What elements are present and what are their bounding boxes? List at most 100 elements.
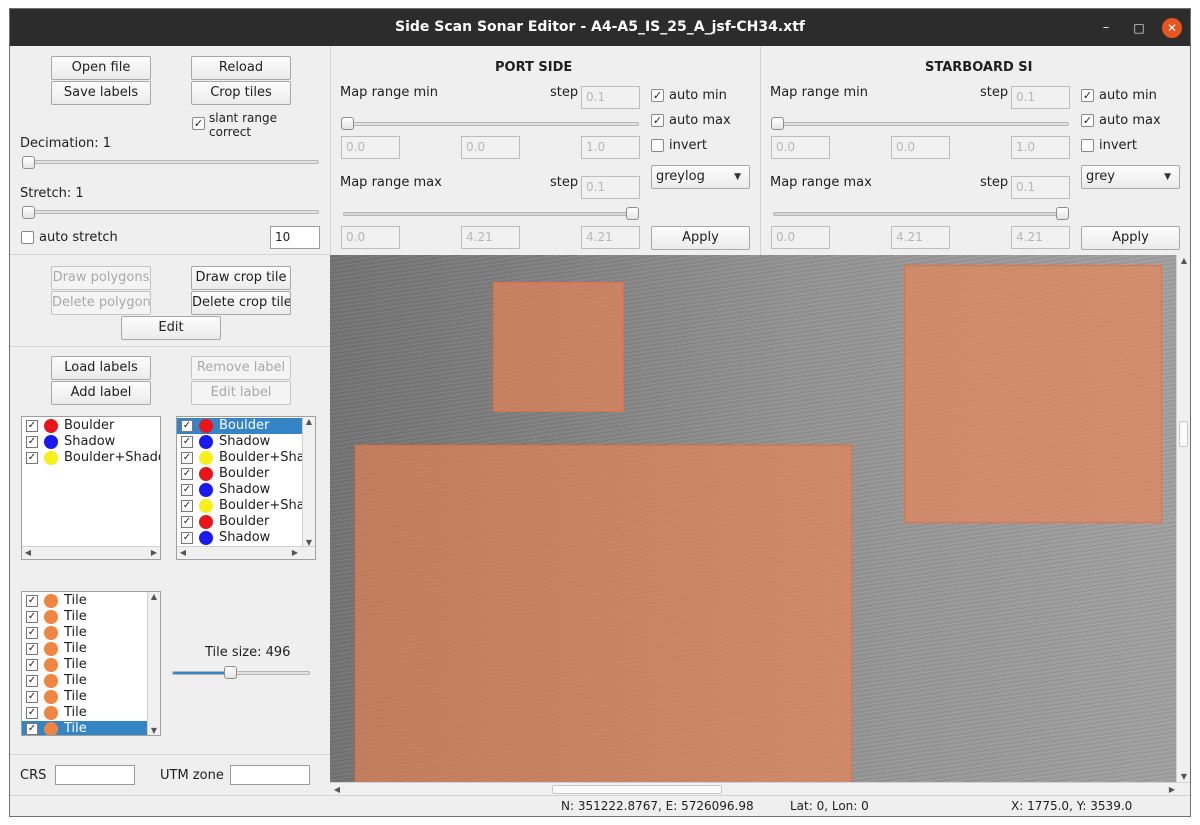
tile-size-slider-handle[interactable] xyxy=(223,666,237,679)
list-item[interactable]: ✓ Tile xyxy=(22,705,147,721)
add-label-button[interactable]: Add label xyxy=(51,381,151,405)
scroll-right-icon[interactable]: ▶ xyxy=(1166,785,1178,794)
auto-stretch-checkbox[interactable] xyxy=(21,231,34,244)
port-min-slider-handle[interactable] xyxy=(341,117,354,130)
checkbox[interactable]: ✓ xyxy=(181,484,193,496)
starboard-min-field[interactable]: 0.0 xyxy=(771,136,830,159)
checkbox[interactable]: ✓ xyxy=(26,659,38,671)
slant-range-checkbox[interactable]: ✓ xyxy=(192,117,205,130)
remove-label-button[interactable]: Remove label xyxy=(191,356,291,380)
crop-tile-rect[interactable] xyxy=(355,445,852,782)
scroll-up-icon[interactable]: ▲ xyxy=(1178,256,1190,265)
scroll-left-icon[interactable]: ◀ xyxy=(22,548,34,557)
utm-zone-input[interactable] xyxy=(230,765,310,785)
delete-crop-tile-button[interactable]: Delete crop tile xyxy=(191,291,291,315)
starboard-colormap-select[interactable]: grey ▼ xyxy=(1081,165,1180,189)
maximize-icon[interactable]: □ xyxy=(1129,18,1149,38)
checkbox[interactable]: ✓ xyxy=(181,532,193,544)
starboard-min-slider-handle[interactable] xyxy=(771,117,784,130)
horizontal-scrollbar[interactable]: ◀ ▶ xyxy=(22,546,160,559)
checkbox[interactable]: ✓ xyxy=(26,643,38,655)
starboard-min-field[interactable]: 1.0 xyxy=(1011,136,1070,159)
port-auto-max-checkbox[interactable]: ✓ xyxy=(651,114,664,127)
checkbox[interactable]: ✓ xyxy=(181,468,193,480)
port-invert-checkbox[interactable] xyxy=(651,139,664,152)
checkbox[interactable]: ✓ xyxy=(26,627,38,639)
checkbox[interactable]: ✓ xyxy=(181,436,193,448)
scroll-up-icon[interactable]: ▲ xyxy=(303,417,315,426)
crop-tile-rect[interactable] xyxy=(493,282,624,412)
port-step-min-input[interactable]: 0.1 xyxy=(581,86,640,109)
port-apply-button[interactable]: Apply xyxy=(651,226,750,250)
port-max-field[interactable]: 0.0 xyxy=(341,226,400,249)
checkbox[interactable]: ✓ xyxy=(26,691,38,703)
starboard-apply-button[interactable]: Apply xyxy=(1081,226,1180,250)
crop-tile-rect[interactable] xyxy=(904,265,1162,523)
reload-button[interactable]: Reload xyxy=(191,56,291,80)
list-item[interactable]: ✓Boulder+Shadow xyxy=(177,498,315,514)
starboard-max-field[interactable]: 4.21 xyxy=(891,226,950,249)
port-min-field[interactable]: 0.0 xyxy=(341,136,400,159)
checkbox[interactable]: ✓ xyxy=(26,420,38,432)
close-icon[interactable]: ✕ xyxy=(1162,18,1182,38)
label-classes-list[interactable]: ✓ Boulder ✓ Shadow ✓ Boulder+Shadow ◀ ▶ xyxy=(21,416,161,560)
list-item[interactable]: ✓ Tile xyxy=(22,593,147,609)
view-vertical-scrollbar[interactable]: ▲ ▼ xyxy=(1176,255,1190,782)
list-item[interactable]: ✓ Shadow xyxy=(177,482,302,498)
port-min-field[interactable]: 1.0 xyxy=(581,136,640,159)
list-item[interactable]: ✓ Tile xyxy=(22,609,147,625)
checkbox[interactable]: ✓ xyxy=(181,420,193,432)
port-max-field[interactable]: 4.21 xyxy=(461,226,520,249)
scroll-right-icon[interactable]: ▶ xyxy=(148,548,160,557)
crop-tiles-button[interactable]: Crop tiles xyxy=(191,81,291,105)
list-item[interactable]: ✓ Shadow xyxy=(177,530,302,546)
view-horizontal-scrollbar[interactable]: ◀ ▶ xyxy=(330,782,1190,796)
vertical-scrollbar[interactable]: ▲ ▼ xyxy=(302,417,315,547)
checkbox[interactable]: ✓ xyxy=(26,723,38,735)
delete-polygons-button[interactable]: Delete polygons xyxy=(51,291,151,315)
checkbox[interactable]: ✓ xyxy=(181,500,193,512)
checkbox[interactable]: ✓ xyxy=(26,452,38,464)
edit-label-button[interactable]: Edit label xyxy=(191,381,291,405)
open-file-button[interactable]: Open file xyxy=(51,56,151,80)
list-item[interactable]: ✓Boulder+Shadow xyxy=(177,450,315,466)
auto-stretch-input[interactable]: 10 xyxy=(270,226,320,249)
starboard-max-field[interactable]: 0.0 xyxy=(771,226,830,249)
starboard-max-field[interactable]: 4.21 xyxy=(1011,226,1070,249)
list-item[interactable]: ✓ Tile xyxy=(22,657,147,673)
checkbox[interactable]: ✓ xyxy=(26,595,38,607)
view-horizontal-scroll-thumb[interactable] xyxy=(552,785,722,794)
checkbox[interactable]: ✓ xyxy=(26,436,38,448)
list-item[interactable]: ✓ Tile xyxy=(22,625,147,641)
scroll-down-icon[interactable]: ▼ xyxy=(148,726,160,735)
checkbox[interactable]: ✓ xyxy=(26,707,38,719)
starboard-max-slider-handle[interactable] xyxy=(1056,207,1069,220)
vertical-scrollbar[interactable]: ▲ ▼ xyxy=(147,592,160,735)
polygon-list[interactable]: ✓Boulder✓Shadow✓Boulder+Shadow✓Boulder✓S… xyxy=(176,416,316,560)
scroll-down-icon[interactable]: ▼ xyxy=(1178,772,1190,781)
horizontal-scrollbar[interactable]: ◀ ▶ xyxy=(177,546,315,559)
crs-input[interactable] xyxy=(55,765,135,785)
starboard-min-field[interactable]: 0.0 xyxy=(891,136,950,159)
checkbox[interactable]: ✓ xyxy=(181,516,193,528)
list-item[interactable]: ✓ Tile xyxy=(22,689,147,705)
list-item[interactable]: ✓ Boulder xyxy=(177,418,302,434)
scroll-right-icon[interactable]: ▶ xyxy=(289,548,301,557)
list-item[interactable]: ✓ Shadow xyxy=(177,434,302,450)
port-max-slider-handle[interactable] xyxy=(626,207,639,220)
list-item[interactable]: ✓ Boulder xyxy=(22,418,160,434)
sonar-image-view[interactable] xyxy=(330,255,1176,782)
list-item[interactable]: ✓ Boulder xyxy=(177,466,302,482)
scroll-left-icon[interactable]: ◀ xyxy=(331,785,343,794)
draw-polygons-button[interactable]: Draw polygons xyxy=(51,266,151,290)
port-auto-min-checkbox[interactable]: ✓ xyxy=(651,89,664,102)
starboard-step-max-input[interactable]: 0.1 xyxy=(1011,176,1070,199)
starboard-invert-checkbox[interactable] xyxy=(1081,139,1094,152)
decimation-slider-handle[interactable] xyxy=(22,156,35,169)
checkbox[interactable]: ✓ xyxy=(26,675,38,687)
list-item[interactable]: ✓ Tile xyxy=(22,721,147,735)
tiles-list[interactable]: ✓ Tile ✓ Tile ✓ Tile ✓ Tile ✓ Tile ✓ Tile ✓ Tile ✓ Tile… xyxy=(21,591,161,736)
stretch-slider-handle[interactable] xyxy=(22,206,35,219)
port-min-field[interactable]: 0.0 xyxy=(461,136,520,159)
save-labels-button[interactable]: Save labels xyxy=(51,81,151,105)
